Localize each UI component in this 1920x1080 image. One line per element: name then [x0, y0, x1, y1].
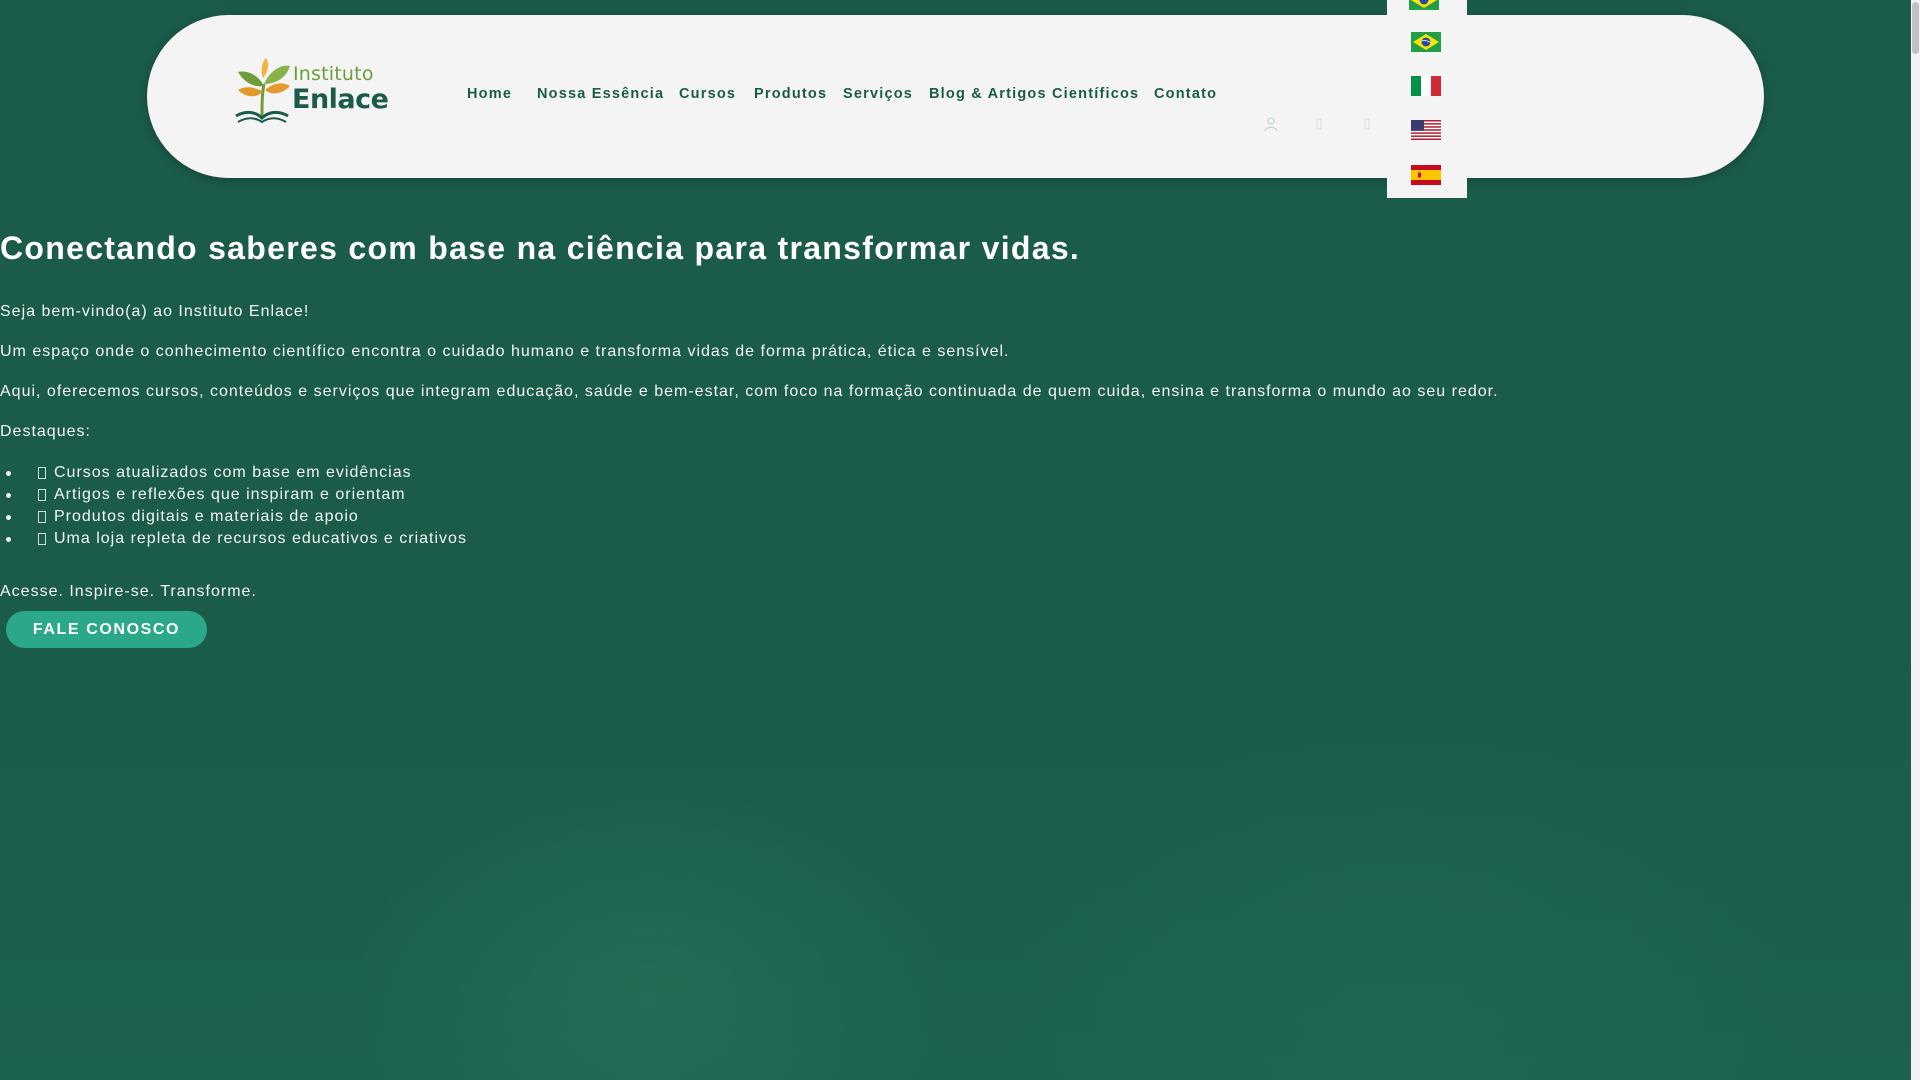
scrollbar-thumb[interactable]	[1912, 2, 1919, 54]
missing-glyph-icon	[38, 489, 46, 501]
highlights-list: Cursos atualizados com base em evidência…	[6, 462, 467, 550]
welcome-text: Seja bem-vindo(a) ao Instituto Enlace!	[0, 303, 310, 320]
list-item: Produtos digitais e materiais de apoio	[6, 506, 467, 528]
nav-produtos[interactable]: Produtos	[754, 86, 827, 102]
bullet-icon	[6, 493, 11, 498]
hero-title: Conectando saberes com base na ciência p…	[0, 230, 1081, 266]
italy-flag-icon[interactable]	[1411, 76, 1441, 96]
cart-icon[interactable]	[1359, 116, 1375, 132]
list-item: Cursos atualizados com base em evidência…	[6, 462, 467, 484]
scrollbar[interactable]	[1911, 0, 1920, 1080]
nav-cursos[interactable]: Cursos	[679, 86, 736, 102]
brazil-flag-icon[interactable]	[1409, 0, 1439, 10]
nav-home[interactable]: Home	[467, 86, 512, 102]
logo-text-instituto: Instituto	[293, 63, 374, 85]
bullet-icon	[6, 471, 11, 476]
highlights-label: Destaques:	[0, 423, 91, 440]
offer-text: Aqui, oferecemos cursos, conteúdos e ser…	[0, 383, 1499, 400]
intro-text: Um espaço onde o conhecimento científico…	[0, 343, 1010, 360]
bullet-icon	[6, 515, 11, 520]
list-item: Uma loja repleta de recursos educativos …	[6, 528, 467, 550]
missing-glyph-icon	[38, 533, 46, 545]
missing-glyph-icon	[38, 467, 46, 479]
spain-flag-icon[interactable]	[1411, 165, 1441, 185]
brazil-flag-icon[interactable]	[1411, 32, 1441, 52]
tagline-text: Acesse. Inspire-se. Transforme.	[0, 583, 257, 600]
nav-blog-artigos[interactable]: Blog & Artigos Científicos	[929, 86, 1139, 102]
list-item: Artigos e reflexões que inspiram e orien…	[6, 484, 467, 506]
missing-glyph-icon	[38, 511, 46, 523]
user-icon[interactable]	[1263, 116, 1279, 132]
search-icon[interactable]	[1311, 116, 1327, 132]
nav-contato[interactable]: Contato	[1154, 86, 1217, 102]
bullet-icon	[6, 537, 11, 542]
fale-conosco-button[interactable]: FALE CONOSCO	[6, 611, 207, 648]
nav-servicos[interactable]: Serviços	[843, 86, 913, 102]
usa-flag-icon[interactable]	[1411, 120, 1441, 140]
nav-nossa-essencia[interactable]: Nossa Essência	[537, 86, 664, 102]
logo-text-enlace: Enlace	[292, 84, 389, 115]
